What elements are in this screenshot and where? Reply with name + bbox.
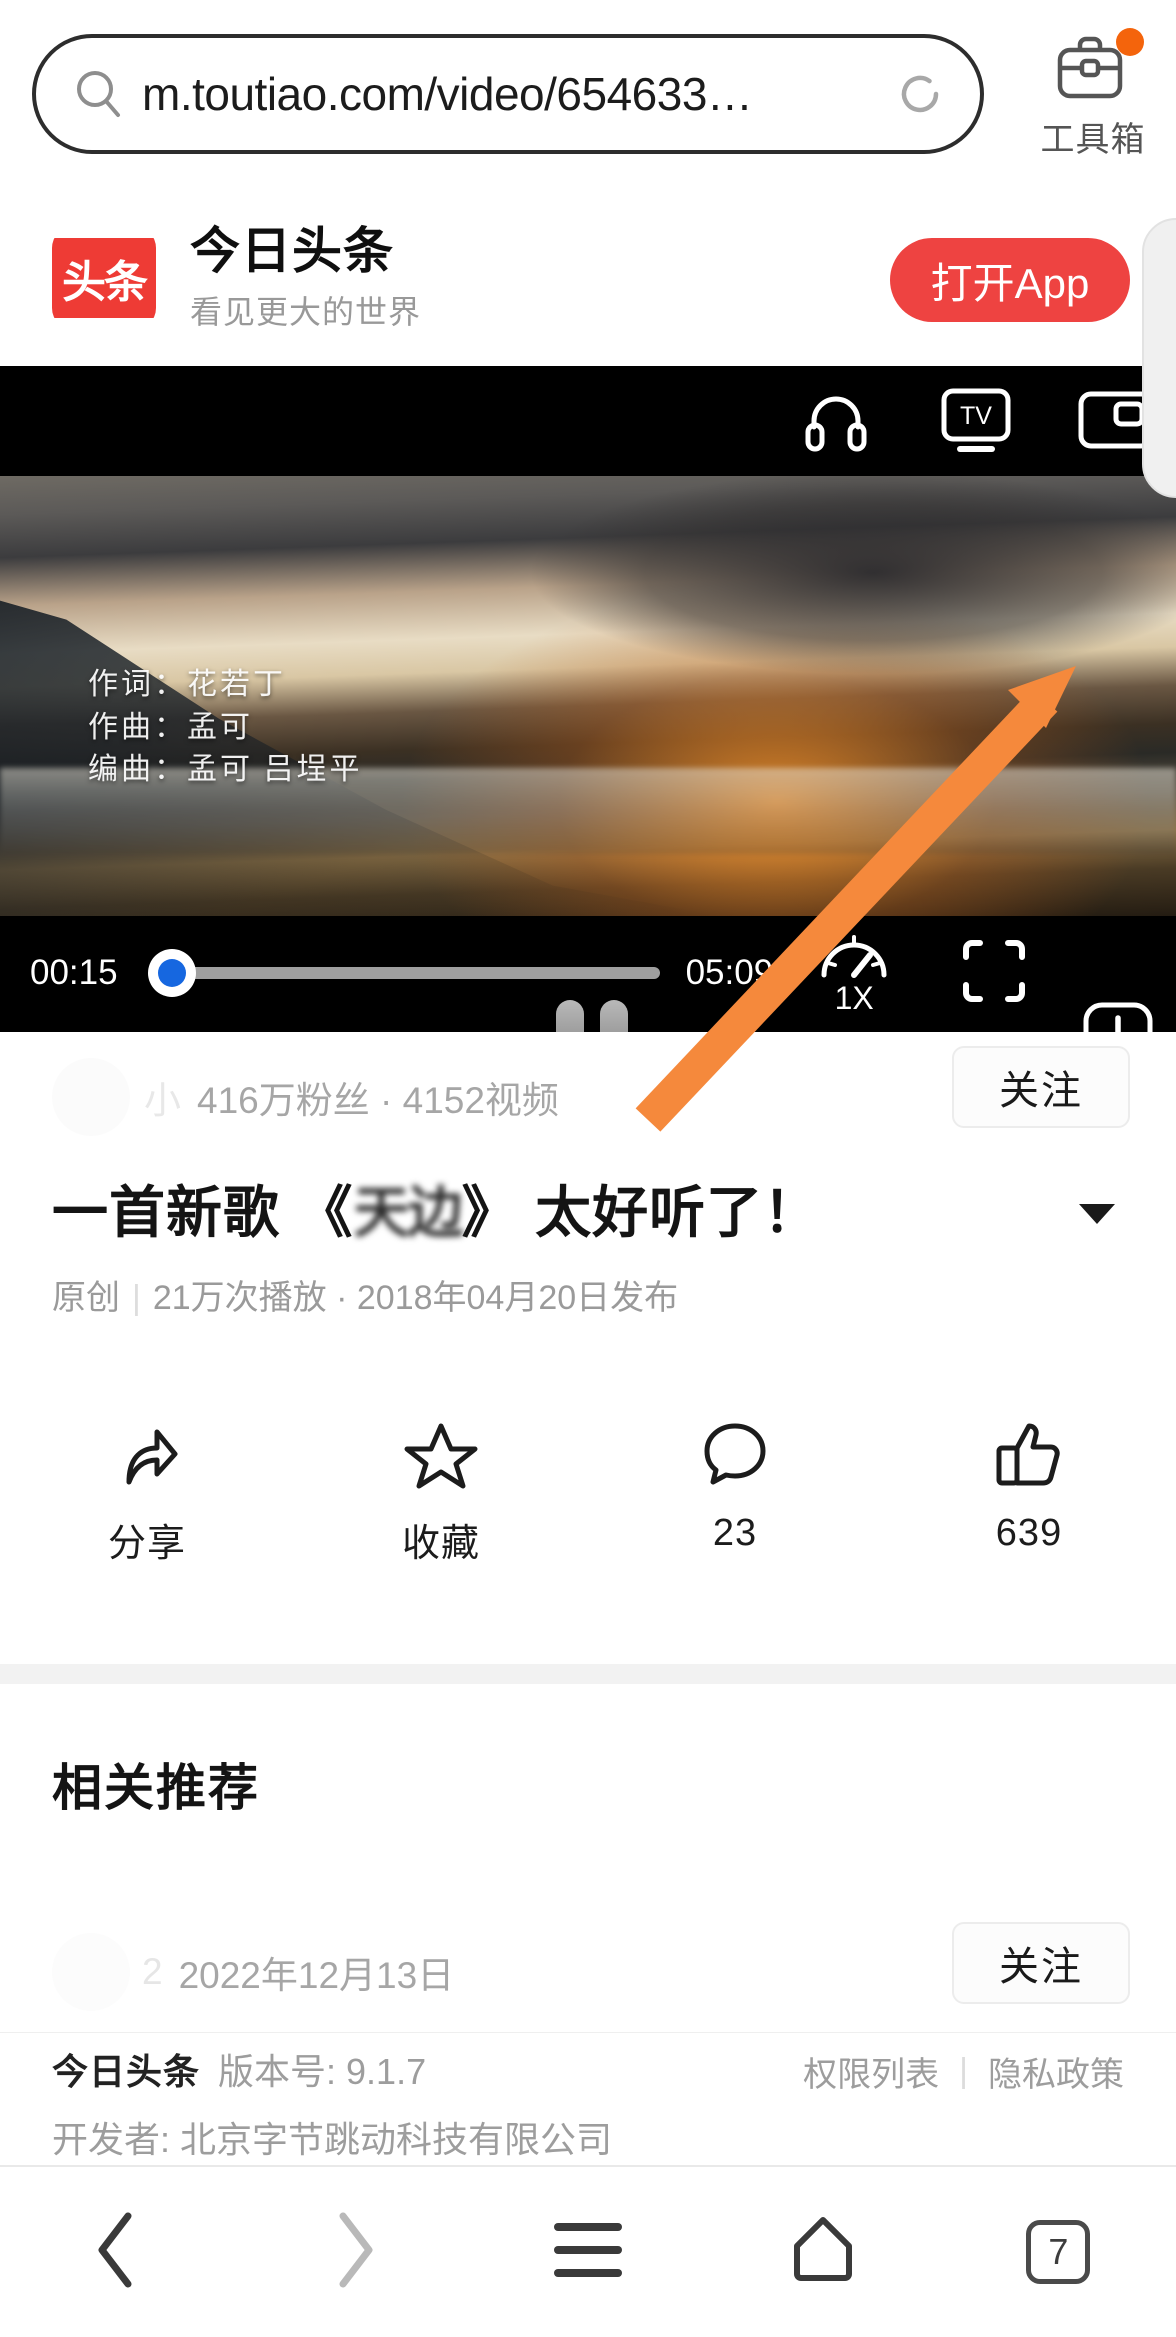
toolbox-button[interactable]: 工具箱 — [1028, 28, 1158, 161]
author-stats: 416万粉丝 · 4152视频 — [197, 1080, 559, 1121]
tabs-icon: 7 — [1026, 2220, 1091, 2284]
footer-version: 版本号: 9.1.7 — [218, 2051, 427, 2092]
download-button[interactable]: 下载 — [1062, 1000, 1174, 1032]
related-author-name: 2 — [142, 1951, 163, 1992]
video-control-bar: 00:15 05:09 1X — [0, 914, 1176, 1032]
url-text[interactable]: m.toutiao.com/video/654633… — [142, 67, 884, 121]
like-button[interactable]: 639 — [882, 1414, 1176, 1555]
download-icon — [1081, 1000, 1155, 1032]
search-icon — [70, 65, 128, 123]
footer-brand: 今日头条 — [52, 2051, 201, 2092]
total-time: 05:09 — [685, 953, 774, 992]
action-bar: 分享 收藏 23 639 — [0, 1414, 1176, 1604]
tv-cast-icon[interactable]: TV — [936, 381, 1016, 461]
headphones-icon[interactable] — [796, 381, 876, 461]
author-name[interactable]: 小 — [144, 1070, 181, 1124]
favorite-label: 收藏 — [401, 1523, 480, 1565]
comment-icon — [695, 1414, 775, 1494]
video-player[interactable]: 作词：花若丁 作曲：孟可 编曲：孟可 吕埕平 TV 00:15 05:09 1X — [0, 366, 1176, 1032]
toolbox-label: 工具箱 — [1040, 121, 1146, 159]
app-promo-banner: 头条 今日头条 看见更大的世界 打开App — [0, 190, 1176, 366]
video-top-controls: TV — [0, 366, 1176, 476]
browser-screen: m.toutiao.com/video/654633… 工具箱 头条 今日头条 … — [0, 0, 1176, 2337]
video-credits-overlay: 作词：花若丁 作曲：孟可 编曲：孟可 吕埕平 — [88, 664, 363, 792]
footer-developer: 开发者: 北京字节跳动科技有限公司 — [52, 2119, 613, 2160]
browser-toolbar: m.toutiao.com/video/654633… 工具箱 — [0, 0, 1176, 190]
back-button[interactable] — [0, 2166, 235, 2337]
speed-label: 1X — [834, 980, 874, 1016]
credit-line-3: 编曲：孟可 吕埕平 — [88, 753, 363, 787]
related-heading: 相关推荐 — [52, 1760, 260, 1816]
page-title: 一首新歌 《天边》 太好听了！ — [52, 1178, 1056, 1248]
permissions-link[interactable]: 权限列表 — [803, 2047, 939, 2096]
credit-line-2: 作曲：孟可 — [88, 710, 253, 744]
forward-icon — [323, 2208, 383, 2297]
reload-icon[interactable] — [894, 68, 946, 120]
meta-divider: | — [132, 1279, 141, 1317]
back-icon — [88, 2208, 148, 2297]
forward-button[interactable] — [235, 2166, 470, 2337]
section-divider — [0, 1664, 1176, 1684]
share-label: 分享 — [107, 1523, 186, 1565]
comment-count: 23 — [712, 1512, 758, 1554]
notification-badge — [1116, 28, 1144, 56]
author-row: 小 416万粉丝 · 4152视频 关注 — [0, 1032, 1176, 1162]
bottom-navigation: 7 — [0, 2165, 1176, 2337]
playback-speed-button[interactable]: 1X — [799, 929, 909, 1017]
avatar[interactable] — [52, 1933, 130, 2011]
chevron-down-icon[interactable] — [1074, 1190, 1120, 1236]
comment-button[interactable]: 23 — [588, 1414, 882, 1555]
fullscreen-icon — [958, 935, 1030, 1012]
like-count: 639 — [995, 1512, 1063, 1554]
footer-link-separator: | — [959, 2052, 968, 2090]
side-overlay-panel[interactable] — [1142, 218, 1176, 498]
play-count: 21万次播放 — [152, 1279, 327, 1317]
credit-line-1: 作词：花若丁 — [88, 668, 286, 701]
toutiao-logo: 头条 — [52, 226, 156, 330]
tabs-button[interactable]: 7 — [941, 2166, 1176, 2337]
article-submeta: 原创 | 21万次播放 · 2018年04月20日发布 — [0, 1270, 1176, 1319]
origin-tag: 原创 — [52, 1279, 120, 1317]
menu-icon — [550, 2215, 626, 2290]
seek-thumb[interactable] — [147, 949, 196, 997]
home-button[interactable] — [706, 2166, 941, 2337]
briefcase-icon — [1054, 28, 1144, 106]
favorite-button[interactable]: 收藏 — [294, 1414, 588, 1567]
home-icon — [785, 2212, 861, 2293]
fullscreen-button[interactable] — [939, 935, 1049, 1012]
related-date: 2022年12月13日 — [178, 1955, 455, 1996]
seek-bar[interactable] — [147, 949, 660, 997]
footer-links: 权限列表 | 隐私政策 — [803, 2047, 1124, 2096]
share-icon — [107, 1414, 187, 1494]
open-app-button[interactable]: 打开App — [890, 238, 1130, 322]
menu-button[interactable] — [470, 2166, 705, 2337]
title-masked: 天边 — [353, 1181, 464, 1244]
follow-button[interactable]: 关注 — [952, 1922, 1130, 2004]
privacy-link[interactable]: 隐私政策 — [988, 2047, 1124, 2096]
follow-button[interactable]: 关注 — [952, 1046, 1130, 1128]
meta-dot: · — [326, 1279, 357, 1317]
speedometer-icon — [818, 929, 890, 986]
article-meta: 小 416万粉丝 · 4152视频 关注 一首新歌 《天边》 太好听了！ 原创 |… — [0, 1032, 1176, 1319]
toutiao-logo-text: 头条 — [52, 238, 156, 318]
star-icon — [401, 1414, 481, 1494]
thumbs-up-icon — [989, 1414, 1069, 1494]
title-row: 一首新歌 《天边》 太好听了！ — [0, 1178, 1176, 1248]
list-item[interactable]: 2 2022年12月13日 关注 — [0, 1912, 1176, 2032]
share-button[interactable]: 分享 — [0, 1414, 294, 1567]
current-time: 00:15 — [30, 953, 118, 992]
title-prefix: 一首新歌 《 — [52, 1181, 354, 1244]
title-suffix: 》 太好听了！ — [461, 1181, 821, 1244]
footer: 今日头条 版本号: 9.1.7 开发者: 北京字节跳动科技有限公司 权限列表 |… — [0, 2032, 1176, 2162]
seek-track — [149, 967, 660, 979]
svg-text:TV: TV — [960, 402, 992, 430]
avatar[interactable] — [52, 1058, 130, 1136]
publish-date: 2018年04月20日发布 — [356, 1279, 679, 1317]
address-bar[interactable]: m.toutiao.com/video/654633… — [32, 34, 984, 154]
